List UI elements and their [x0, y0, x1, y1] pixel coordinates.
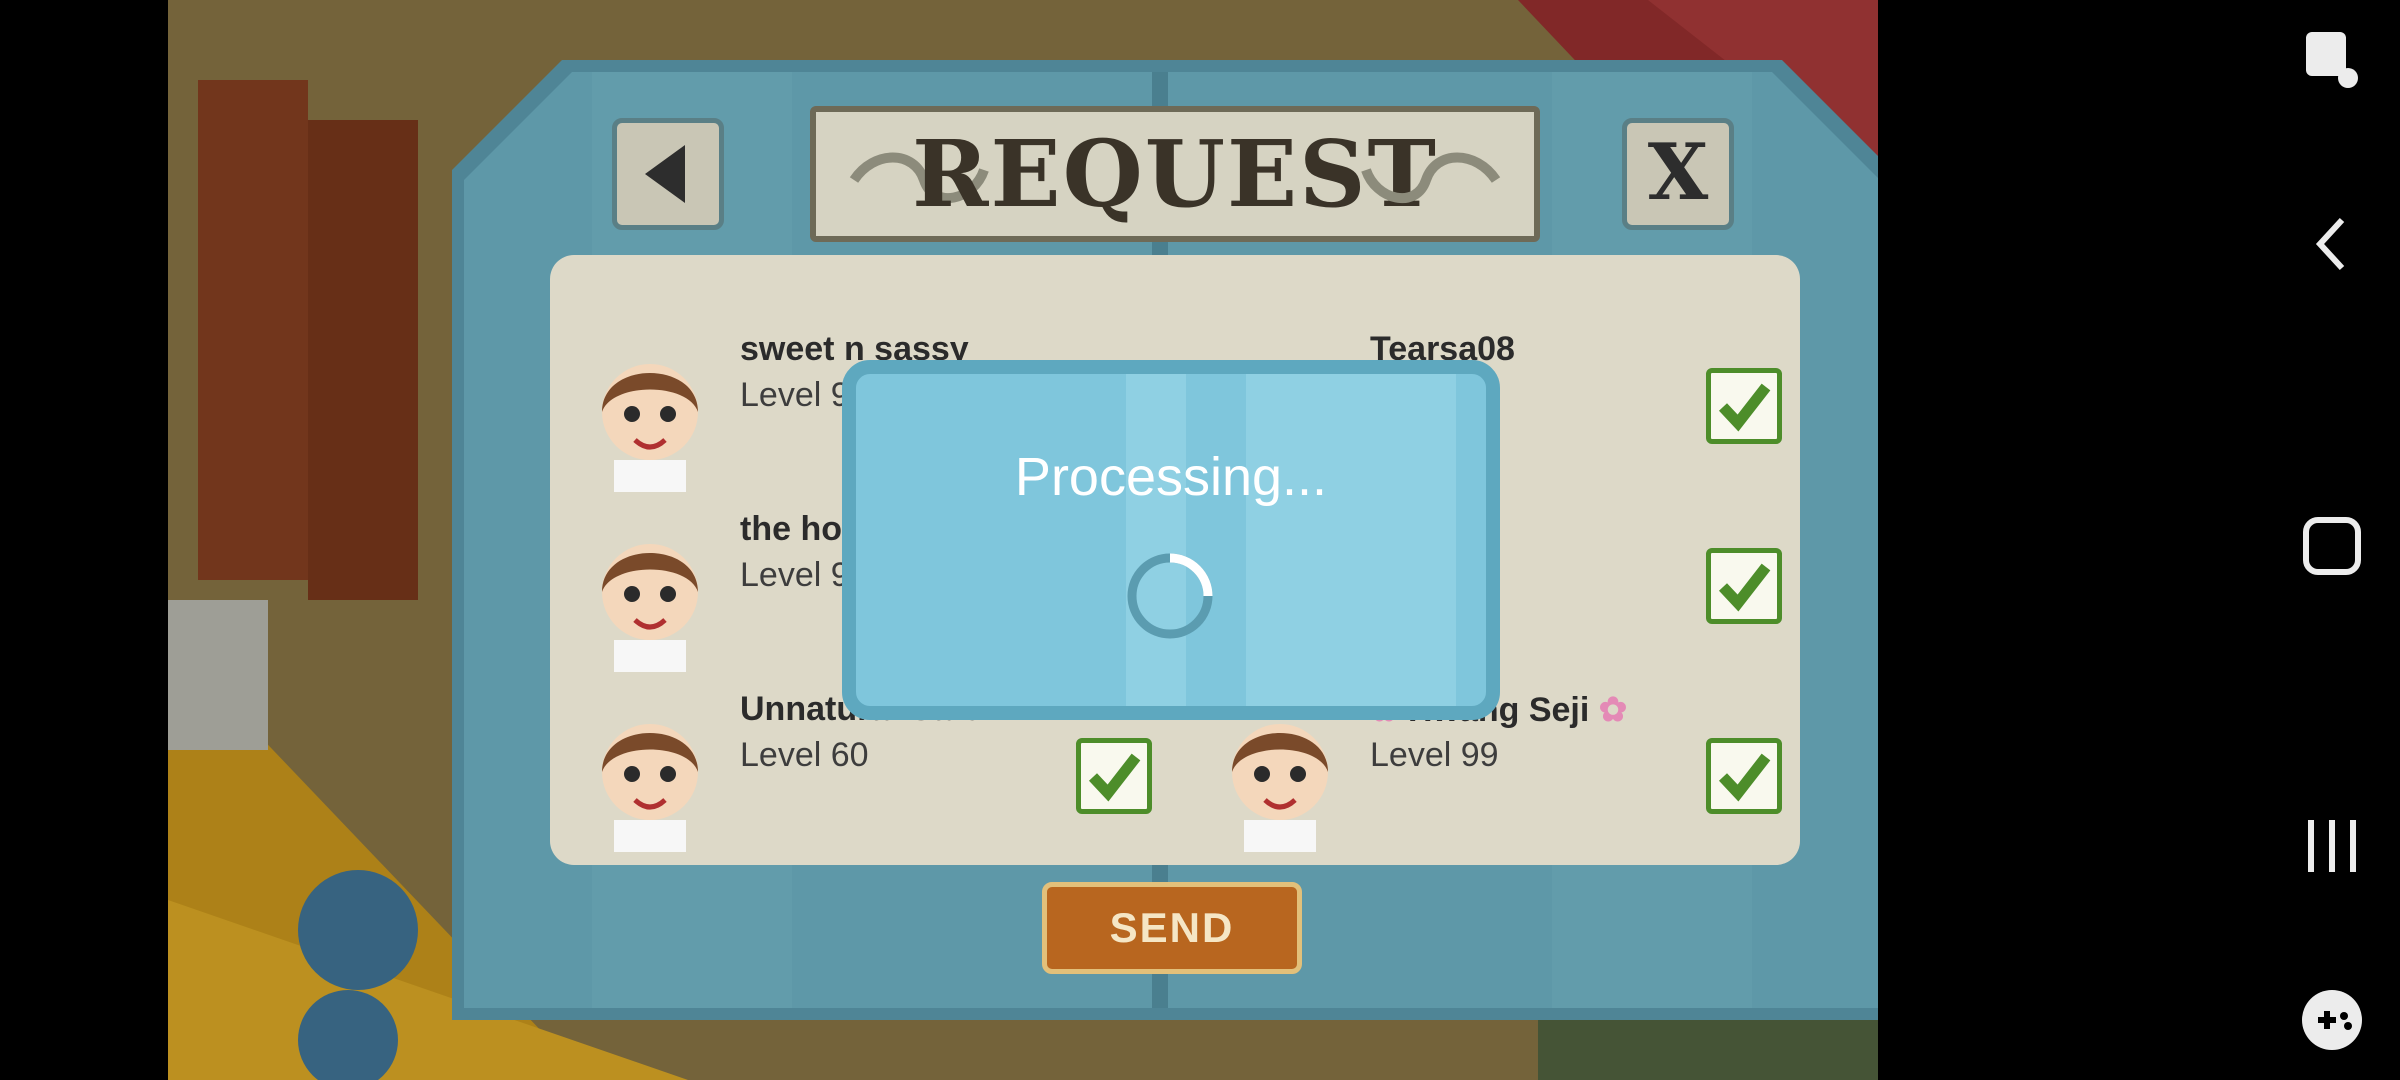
- chef-avatar: [602, 364, 698, 492]
- recents-lines-icon[interactable]: [2292, 806, 2372, 886]
- checkmark-icon: [1718, 753, 1771, 802]
- checkmark-icon: [1718, 563, 1771, 612]
- back-chevron-icon[interactable]: [2292, 204, 2372, 284]
- chef-avatar: [1232, 724, 1328, 852]
- send-label: SEND: [1109, 904, 1235, 951]
- system-nav-bar: [2178, 0, 2400, 1080]
- loading-spinner-icon: [1127, 553, 1213, 639]
- selected-checkbox[interactable]: [1076, 738, 1152, 814]
- flower-icon: ✿: [1589, 691, 1628, 729]
- triangle-left-icon: [645, 145, 685, 203]
- flourish-right-icon: [1361, 152, 1501, 203]
- overlay-stripe: [1246, 374, 1456, 706]
- game-scene: REQUEST X sweet n sassy Level 99 Tearsa0…: [168, 0, 1878, 1080]
- screenshot-touch-icon[interactable]: [2292, 20, 2372, 100]
- selected-checkbox[interactable]: [1706, 738, 1782, 814]
- chef-avatar: [602, 724, 698, 852]
- friend-level: Level 99: [1370, 736, 1499, 774]
- close-icon: X: [1647, 127, 1709, 218]
- send-button[interactable]: SEND: [1042, 882, 1302, 974]
- home-square-icon[interactable]: [2292, 506, 2372, 586]
- title-banner: REQUEST: [810, 106, 1540, 242]
- selected-checkbox[interactable]: [1706, 548, 1782, 624]
- chef-avatar: [602, 544, 698, 672]
- friend-level: Level 60: [740, 736, 869, 774]
- selected-checkbox[interactable]: [1706, 368, 1782, 444]
- back-button[interactable]: [612, 118, 724, 230]
- overlay-stripe: [1126, 374, 1186, 706]
- processing-overlay: Processing...: [842, 360, 1500, 720]
- game-controller-icon[interactable]: [2292, 980, 2372, 1060]
- close-button[interactable]: X: [1622, 118, 1734, 230]
- checkmark-icon: [1088, 753, 1141, 802]
- processing-label: Processing...: [1014, 447, 1328, 507]
- friend-name: the hot: [740, 510, 854, 548]
- checkmark-icon: [1718, 383, 1771, 432]
